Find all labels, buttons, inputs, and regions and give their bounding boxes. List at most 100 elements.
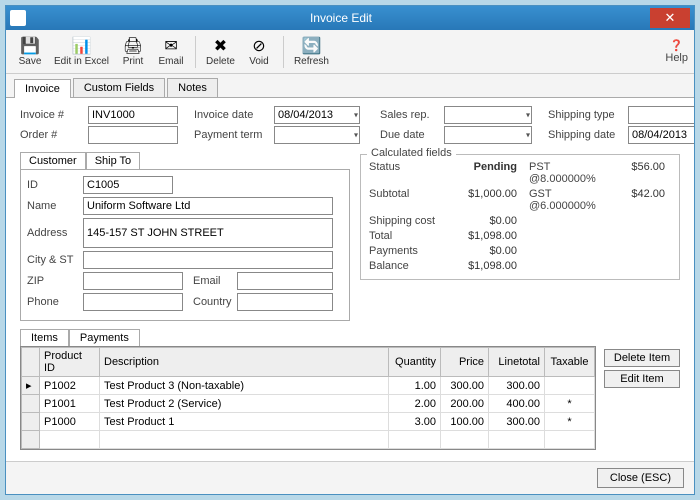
col-price[interactable]: Price: [441, 348, 489, 377]
col-linetotal[interactable]: Linetotal: [489, 348, 545, 377]
separator: [195, 36, 196, 68]
cell-description[interactable]: Test Product 3 (Non-taxable): [100, 377, 389, 395]
cust-phone-input[interactable]: [83, 293, 183, 311]
balance-label: Balance: [369, 260, 447, 272]
email-icon: ✉: [161, 36, 181, 56]
tab-items[interactable]: Items: [20, 329, 69, 346]
tab-customer[interactable]: Customer: [20, 152, 86, 169]
title-bar: Invoice Edit ✕: [6, 6, 694, 30]
cell-price[interactable]: 300.00: [441, 377, 489, 395]
cell-linetotal[interactable]: 300.00: [489, 413, 545, 431]
row-selector[interactable]: [22, 413, 40, 431]
tab-custom-fields[interactable]: Custom Fields: [73, 78, 165, 97]
cell-linetotal[interactable]: 300.00: [489, 377, 545, 395]
tab-shipto[interactable]: Ship To: [86, 152, 141, 169]
row-selector[interactable]: ▸: [22, 377, 40, 395]
due-date-input[interactable]: [444, 126, 532, 144]
excel-icon: 📊: [72, 36, 92, 56]
cell-description[interactable]: Test Product 1: [100, 413, 389, 431]
ship-date-input[interactable]: [628, 126, 694, 144]
edit-excel-button[interactable]: 📊Edit in Excel: [50, 34, 113, 69]
row-selector[interactable]: [22, 395, 40, 413]
sales-rep-input[interactable]: [444, 106, 532, 124]
cell-taxable[interactable]: *: [545, 413, 595, 431]
cell-linetotal[interactable]: 400.00: [489, 395, 545, 413]
invoice-date-input[interactable]: [274, 106, 360, 124]
tab-payments[interactable]: Payments: [69, 329, 140, 346]
subtotal-value: $1,000.00: [447, 188, 517, 212]
save-button[interactable]: 💾Save: [12, 34, 48, 69]
payment-term-input[interactable]: [274, 126, 360, 144]
items-grid[interactable]: Product ID Description Quantity Price Li…: [20, 346, 596, 450]
void-button[interactable]: ⊘Void: [241, 34, 277, 69]
cell-product-id[interactable]: P1000: [40, 413, 100, 431]
col-quantity[interactable]: Quantity: [389, 348, 441, 377]
col-taxable[interactable]: Taxable: [545, 348, 595, 377]
total-label: Total: [369, 230, 447, 242]
cust-zip-label: ZIP: [27, 275, 83, 287]
cell-quantity[interactable]: 2.00: [389, 395, 441, 413]
ship-type-input[interactable]: [628, 106, 694, 124]
cell-product-id[interactable]: P1001: [40, 395, 100, 413]
toolbar: 💾Save 📊Edit in Excel 🖨Print ✉Email ✖Dele…: [6, 30, 694, 74]
close-button[interactable]: Close (ESC): [597, 468, 684, 488]
main-tabs: Invoice Custom Fields Notes: [6, 74, 694, 98]
edit-item-button[interactable]: Edit Item: [604, 370, 680, 388]
tab-invoice[interactable]: Invoice: [14, 79, 71, 98]
cust-phone-label: Phone: [27, 296, 83, 308]
refresh-button[interactable]: 🔄Refresh: [290, 34, 333, 69]
refresh-icon: 🔄: [301, 36, 321, 56]
invoice-no-input[interactable]: [88, 106, 178, 124]
cust-cityst-input[interactable]: [83, 251, 333, 269]
help-icon: ❓: [670, 39, 684, 52]
cell-price[interactable]: 200.00: [441, 395, 489, 413]
cust-email-input[interactable]: [237, 272, 333, 290]
cust-name-input[interactable]: [83, 197, 333, 215]
separator: [283, 36, 284, 68]
close-icon[interactable]: ✕: [650, 8, 690, 28]
table-row-empty[interactable]: [22, 431, 595, 449]
window-title: Invoice Edit: [32, 11, 650, 25]
cust-email-label: Email: [193, 275, 237, 287]
app-icon: [10, 10, 26, 26]
pst-label: PST @8.000000%: [517, 161, 617, 185]
cell-description[interactable]: Test Product 2 (Service): [100, 395, 389, 413]
table-row[interactable]: ▸ P1002 Test Product 3 (Non-taxable) 1.0…: [22, 377, 595, 395]
cust-country-input[interactable]: [237, 293, 333, 311]
cust-name-label: Name: [27, 200, 83, 212]
cell-taxable[interactable]: [545, 377, 595, 395]
help-button[interactable]: ❓Help: [665, 39, 688, 64]
status-value: Pending: [447, 161, 517, 185]
footer: Close (ESC): [6, 461, 694, 494]
delete-button[interactable]: ✖Delete: [202, 34, 239, 69]
gst-label: GST @6.000000%: [517, 188, 617, 212]
email-button[interactable]: ✉Email: [153, 34, 189, 69]
cust-id-input[interactable]: [83, 176, 173, 194]
cust-id-label: ID: [27, 179, 83, 191]
col-description[interactable]: Description: [100, 348, 389, 377]
content-area: Invoice # Invoice date ▾ Sales rep. ▾ Sh…: [6, 98, 694, 461]
payments-value: $0.00: [447, 245, 517, 257]
customer-panel: ID Name Address City & ST ZIPEmail Phone…: [20, 169, 350, 321]
table-row[interactable]: P1001 Test Product 2 (Service) 2.00 200.…: [22, 395, 595, 413]
cell-quantity[interactable]: 3.00: [389, 413, 441, 431]
calculated-fields: Calculated fields StatusPendingPST @8.00…: [360, 154, 680, 280]
cust-cityst-label: City & ST: [27, 254, 83, 266]
status-label: Status: [369, 161, 447, 185]
cust-zip-input[interactable]: [83, 272, 183, 290]
col-product-id[interactable]: Product ID: [40, 348, 100, 377]
print-button[interactable]: 🖨Print: [115, 34, 151, 69]
cell-product-id[interactable]: P1002: [40, 377, 100, 395]
cell-taxable[interactable]: *: [545, 395, 595, 413]
pst-value: $56.00: [617, 161, 671, 185]
cell-quantity[interactable]: 1.00: [389, 377, 441, 395]
table-row[interactable]: P1000 Test Product 1 3.00 100.00 300.00 …: [22, 413, 595, 431]
ship-date-label: Shipping date: [548, 129, 622, 141]
order-no-input[interactable]: [88, 126, 178, 144]
cell-price[interactable]: 100.00: [441, 413, 489, 431]
total-value: $1,098.00: [447, 230, 517, 242]
tab-notes[interactable]: Notes: [167, 78, 218, 97]
delete-item-button[interactable]: Delete Item: [604, 349, 680, 367]
cust-addr-input[interactable]: [83, 218, 333, 248]
cust-country-label: Country: [193, 296, 237, 308]
